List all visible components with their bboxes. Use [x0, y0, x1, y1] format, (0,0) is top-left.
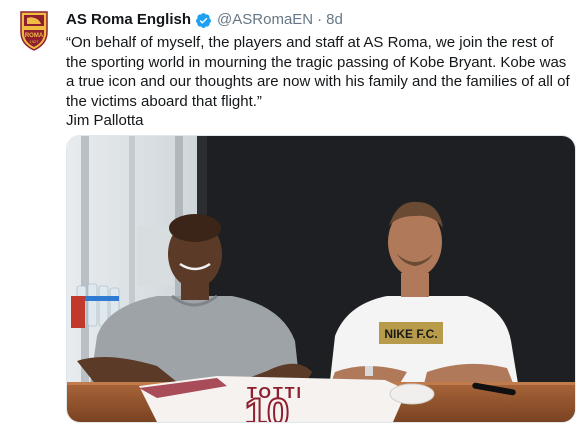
tweet-header: AS Roma English @ASRomaEN · 8d: [66, 10, 343, 30]
verified-badge-icon: [195, 12, 212, 29]
author-name[interactable]: AS Roma English: [66, 10, 191, 30]
as-roma-crest-icon: ROMA 1927: [10, 6, 58, 54]
shirt-logo-text: NIKE F.C.: [384, 327, 437, 341]
separator-dot: ·: [317, 11, 323, 28]
tweet-attribution: Jim Pallotta: [66, 112, 144, 129]
author-handle[interactable]: @ASRomaEN: [217, 10, 313, 30]
photo-image: NIKE F.C. TOTTI 10: [67, 136, 575, 422]
tweet-photo[interactable]: NIKE F.C. TOTTI 10: [66, 135, 576, 423]
tweet[interactable]: ROMA 1927 AS Roma English @ASRomaEN · 8d…: [0, 0, 583, 427]
crest-year-text: 1927: [30, 39, 40, 44]
jersey-number-text: 10: [245, 391, 290, 422]
avatar[interactable]: ROMA 1927: [10, 6, 58, 54]
tweet-text: “On behalf of myself, the players and st…: [66, 33, 578, 131]
tweet-timestamp[interactable]: 8d: [326, 10, 343, 30]
tweet-quote: “On behalf of myself, the players and st…: [66, 34, 570, 110]
